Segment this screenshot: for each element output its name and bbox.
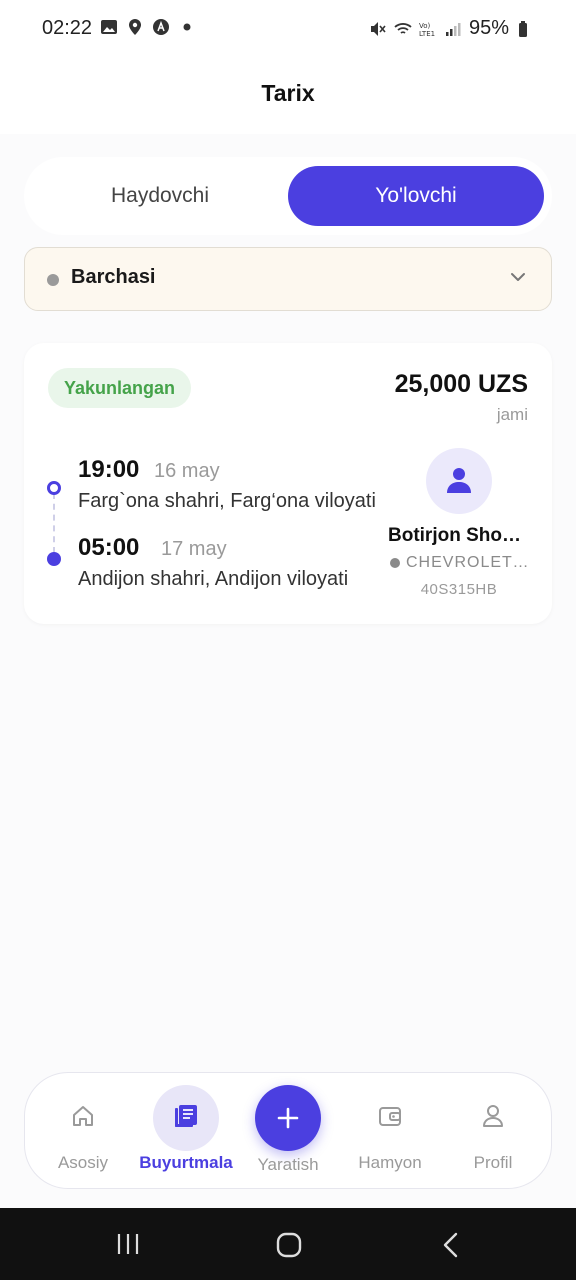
orders-icon	[175, 1105, 197, 1127]
battery-percent: 95%	[468, 17, 509, 39]
status-time: 02:22	[42, 17, 93, 39]
nav-item-wallet[interactable]: Hamyon	[340, 1073, 440, 1190]
plus-icon	[277, 1107, 299, 1129]
car-info: CHEVROLET COBALT	[390, 554, 530, 572]
nav-item-orders[interactable]: Buyurtmala	[136, 1073, 236, 1190]
driver-name: Botirjon Shokirov	[388, 525, 530, 546]
notification-icons	[100, 18, 196, 36]
arrival-address: Andijon shahri, Andijon viloyati	[78, 568, 349, 590]
nav-label-wallet: Hamyon	[358, 1153, 422, 1172]
nav-item-profile[interactable]: Profil	[443, 1073, 543, 1190]
chevron-down-icon	[511, 273, 525, 281]
car-color-dot	[390, 558, 400, 568]
route-line	[53, 493, 55, 553]
system-icons: Vo) LTE1 95%	[369, 17, 534, 40]
departure-time: 19:00	[78, 456, 140, 483]
order-price: 25,000 UZS	[394, 370, 528, 398]
wallet-icon	[379, 1107, 401, 1126]
lte-icon: Vo)LTE1	[419, 22, 435, 38]
svg-text:Vo): Vo)	[419, 22, 431, 30]
arrival-time: 05:00	[78, 534, 140, 561]
nav-item-home[interactable]: Asosiy	[33, 1073, 133, 1190]
system-nav-bar	[0, 1208, 576, 1280]
departure-date: 16 may	[154, 460, 220, 482]
user-icon	[447, 468, 471, 493]
svg-text:LTE1: LTE1	[419, 30, 435, 38]
bottom-nav: Asosiy Buyurtmala Yaratish Hamyon Profil	[24, 1072, 552, 1189]
nav-label-orders: Buyurtmala	[139, 1153, 233, 1172]
avatar	[426, 448, 492, 514]
dot-icon	[183, 23, 191, 31]
location-icon	[129, 19, 141, 35]
tab-driver[interactable]: Haydovchi	[32, 166, 288, 226]
home-icon	[73, 1106, 93, 1126]
car-plate: 40S315HB	[420, 581, 498, 598]
car-model: CHEVROLET COBALT	[406, 554, 530, 571]
status-filter-dropdown[interactable]: Barchasi	[24, 247, 552, 311]
departure-address: Farg`ona shahri, Farg‘ona viloyati	[78, 490, 376, 512]
tab-passenger[interactable]: Yo'lovchi	[288, 166, 544, 226]
nav-label-home: Asosiy	[57, 1153, 109, 1172]
order-price-sub: jami	[496, 405, 528, 424]
back-icon[interactable]	[440, 1232, 462, 1258]
profile-icon	[483, 1105, 503, 1127]
image-icon	[101, 20, 117, 34]
home-button-icon[interactable]	[276, 1232, 302, 1258]
nav-label-profile: Profil	[473, 1153, 513, 1172]
nav-label-create: Yaratish	[257, 1155, 319, 1174]
filter-label: Barchasi	[71, 266, 156, 288]
nav-item-create[interactable]: Yaratish	[238, 1073, 338, 1190]
app-header: Tarix	[0, 58, 576, 134]
wifi-icon	[394, 22, 412, 34]
status-bar: 02:22 Vo) LTE1 95%	[0, 0, 576, 58]
status-badge: Yakunlangan	[48, 368, 192, 408]
battery-icon	[519, 20, 527, 37]
mute-icon	[370, 21, 386, 36]
create-button[interactable]	[255, 1085, 321, 1151]
recent-apps-icon[interactable]	[116, 1232, 140, 1256]
role-tabs: Haydovchi Yo'lovchi	[24, 157, 552, 235]
route-end-marker	[47, 552, 61, 566]
arrival-date: 17 may	[161, 538, 227, 560]
order-card[interactable]: Yakunlangan 25,000 UZS jami 19:00 16 may…	[24, 343, 552, 624]
page-title: Tarix	[261, 80, 315, 106]
signal-icon	[445, 22, 461, 36]
filter-status-dot	[47, 274, 59, 286]
route-start-marker	[47, 481, 61, 495]
app-icon	[153, 19, 169, 35]
